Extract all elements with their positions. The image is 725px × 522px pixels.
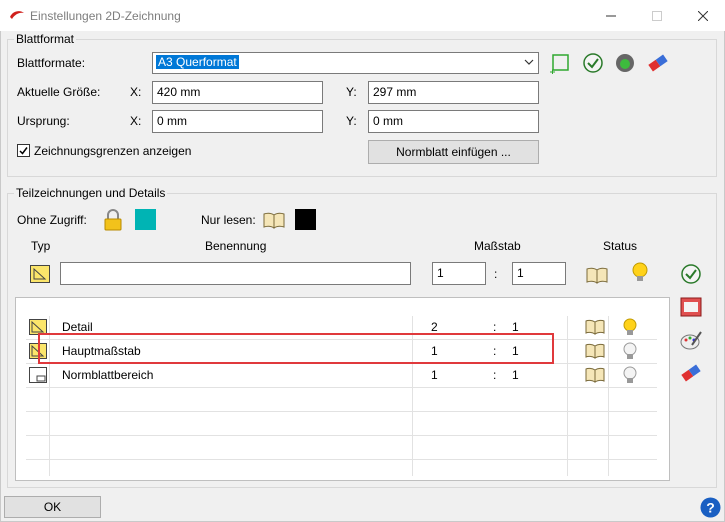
palette-icon[interactable]	[680, 330, 702, 352]
frame-select-icon[interactable]	[549, 52, 571, 74]
window-title: Einstellungen 2D-Zeichnung	[30, 9, 181, 23]
aktuelle-groesse-label: Aktuelle Größe:	[17, 85, 101, 99]
row-scale-sep: :	[493, 320, 497, 334]
ohne-zugriff-label: Ohne Zugriff:	[17, 213, 87, 227]
ursprung-label: Ursprung:	[17, 114, 70, 128]
ok-button[interactable]: OK	[4, 496, 101, 518]
col-benennung-header: Benennung	[205, 239, 267, 253]
table-row-empty	[26, 412, 657, 436]
title-bar: Einstellungen 2D-Zeichnung	[0, 0, 725, 31]
refresh-icon[interactable]	[614, 52, 636, 74]
table-row-empty	[26, 436, 657, 460]
col-status-header: Status	[603, 239, 638, 253]
lightbulb-off-icon[interactable]	[623, 366, 637, 389]
lightbulb-on-icon[interactable]	[629, 262, 651, 284]
ursprung-y-label: Y:	[346, 114, 357, 128]
table-row-empty	[26, 388, 657, 412]
eraser-icon[interactable]	[647, 52, 669, 74]
col-massstab-header: Maßstab	[474, 239, 521, 253]
delete-eraser-icon[interactable]	[680, 362, 702, 384]
lightbulb-off-icon[interactable]	[623, 342, 637, 365]
close-button[interactable]	[680, 0, 725, 31]
check-icon[interactable]	[582, 52, 604, 74]
row-scale-a: 2	[431, 320, 438, 334]
row-name: Detail	[62, 320, 93, 334]
minimize-button[interactable]	[588, 0, 634, 31]
lock-icon	[102, 209, 124, 231]
blattformate-value: A3 Querformat	[156, 55, 239, 69]
table-row[interactable]: Normblattbereich 1 : 1	[26, 364, 657, 388]
row-scale-a: 1	[431, 368, 438, 382]
ursprung-y-field[interactable]: 0 mm	[368, 110, 539, 133]
scale-separator: :	[494, 267, 498, 281]
highlight-annotation	[38, 333, 554, 364]
nur-lesen-label: Nur lesen:	[201, 213, 256, 227]
open-book-icon[interactable]	[585, 319, 605, 338]
row-scale-sep: :	[493, 368, 497, 382]
groesse-x-field[interactable]: 420 mm	[152, 81, 323, 104]
view-frame-icon[interactable]	[680, 296, 702, 318]
help-icon[interactable]: ?	[700, 497, 721, 521]
chevron-down-icon	[524, 56, 534, 70]
read-only-book-icon[interactable]	[586, 264, 608, 286]
app-logo-icon	[9, 9, 25, 24]
open-book-icon[interactable]	[585, 343, 605, 362]
new-scale-a-input[interactable]: 1	[432, 262, 486, 285]
ursprung-x-field[interactable]: 0 mm	[152, 110, 323, 133]
new-scale-b-input[interactable]: 1	[512, 262, 566, 285]
row-scale-b: 1	[512, 368, 519, 382]
ursprung-x-label: X:	[130, 114, 142, 128]
lightbulb-on-icon[interactable]	[623, 318, 637, 341]
groesse-x-label: X:	[130, 85, 142, 99]
groesse-y-label: Y:	[346, 85, 357, 99]
ohne-zugriff-color-swatch[interactable]	[135, 209, 156, 230]
row-scale-b: 1	[512, 320, 519, 334]
grenzen-checkbox[interactable]	[17, 144, 30, 157]
title-block-icon	[29, 367, 47, 386]
blattformat-legend: Blattformat	[14, 32, 77, 46]
teilzeichnungen-table: Detail 2 : 1 Hauptmaßstab 1 : 1 Normblat…	[15, 297, 670, 481]
drawing-type-icon[interactable]	[29, 263, 51, 285]
row-name: Normblattbereich	[62, 368, 154, 382]
blattformate-label: Blattformate:	[17, 56, 86, 70]
svg-text:?: ?	[706, 500, 715, 516]
maximize-button[interactable]	[634, 0, 680, 31]
teilzeichnungen-legend: Teilzeichnungen und Details	[14, 186, 168, 200]
apply-check-icon[interactable]	[680, 263, 702, 285]
new-benennung-input[interactable]	[60, 262, 411, 285]
open-book-icon	[263, 209, 285, 231]
blattformate-combobox[interactable]: A3 Querformat	[152, 52, 539, 74]
groesse-y-field[interactable]: 297 mm	[368, 81, 539, 104]
grenzen-label: Zeichnungsgrenzen anzeigen	[34, 144, 192, 158]
nur-lesen-color-swatch[interactable]	[295, 209, 316, 230]
col-typ-header: Typ	[31, 239, 51, 253]
normblatt-einfuegen-button[interactable]: Normblatt einfügen ...	[368, 140, 539, 164]
open-book-icon[interactable]	[585, 367, 605, 386]
